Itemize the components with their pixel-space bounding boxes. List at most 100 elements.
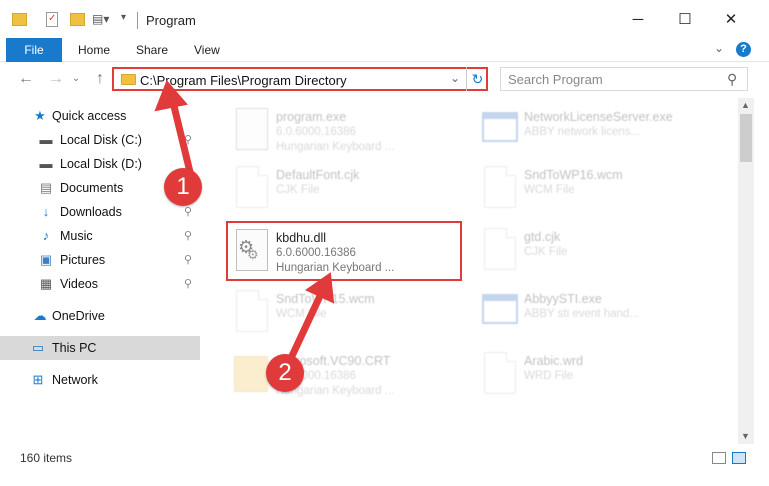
view-options-icon[interactable]: ▤▾ <box>92 12 109 26</box>
exe-icon <box>232 106 268 150</box>
recent-locations-icon[interactable]: ⌄ <box>66 69 86 89</box>
file-name: SndToWP16.wcm <box>524 168 623 182</box>
address-bar[interactable]: C:\Program Files\Program Directory ⌄ ↻ <box>112 67 488 91</box>
document-icon: ▤ <box>39 180 53 195</box>
file-item[interactable]: program.exe 6.0.6000.16386 Hungarian Key… <box>228 102 468 158</box>
drive-icon: ▬ <box>39 132 53 147</box>
nav-item-quick-access[interactable]: ★ Quick access <box>0 104 200 128</box>
file-item[interactable]: SndToWP15.wcm WCM File <box>228 284 468 340</box>
file-name: DefaultFont.cjk <box>276 168 360 182</box>
nav-item-videos[interactable]: ▦ Videos ⚲ <box>0 272 200 296</box>
vertical-scrollbar[interactable]: ▲ ▼ <box>738 98 754 444</box>
nav-item-label: Network <box>52 373 98 387</box>
scroll-down-icon[interactable]: ▼ <box>741 431 750 441</box>
nav-item-downloads[interactable]: ↓ Downloads ⚲ <box>0 200 200 224</box>
details-view-icon[interactable] <box>712 452 726 464</box>
file-detail: WRD File <box>524 370 574 382</box>
file-item[interactable]: NetworkLicenseServer.exe ABBY network li… <box>476 102 716 158</box>
pin-icon[interactable]: ⚲ <box>184 205 192 218</box>
refresh-button[interactable]: ↻ <box>466 67 488 91</box>
highlighted-file-item[interactable]: ⚙ ⚙ kbdhu.dll 6.0.6000.16386 Hungarian K… <box>226 221 462 281</box>
nav-item-label: Documents <box>60 181 124 195</box>
close-button[interactable]: ✕ <box>716 8 746 32</box>
search-icon[interactable]: ⚲ <box>727 71 737 88</box>
pin-icon[interactable]: ⚲ <box>184 277 192 290</box>
expand-ribbon-icon[interactable]: ⌄ <box>714 41 724 55</box>
address-path[interactable]: C:\Program Files\Program Directory <box>140 73 347 88</box>
file-detail: Hungarian Keyboard ... <box>276 141 395 153</box>
file-detail: ABBY sti event hand... <box>524 308 639 320</box>
folder-icon <box>121 74 136 85</box>
file-name: program.exe <box>276 110 347 124</box>
tab-view[interactable]: View <box>194 38 220 62</box>
step-callout-2: 2 <box>266 354 304 392</box>
tiles-view-icon[interactable] <box>732 452 746 464</box>
file-name: AbbyySTI.exe <box>524 292 602 306</box>
file-detail: ABBY network licens... <box>524 126 641 138</box>
file-name: kbdhu.dll <box>276 231 327 245</box>
pin-icon[interactable]: ⚲ <box>184 253 192 266</box>
search-input[interactable]: Search Program ⚲ <box>500 67 748 91</box>
tab-file[interactable]: File <box>6 38 62 62</box>
item-count: 160 items <box>20 451 73 465</box>
folder-icon <box>232 350 268 394</box>
drive-icon: ▬ <box>39 156 53 171</box>
exe-icon <box>480 288 518 332</box>
status-bar: 160 items <box>0 446 769 470</box>
maximize-button[interactable]: ☐ <box>670 8 700 32</box>
scroll-thumb[interactable] <box>740 114 752 162</box>
computer-icon: ▭ <box>31 340 45 355</box>
nav-item-pictures[interactable]: ▣ Pictures ⚲ <box>0 248 200 272</box>
download-icon: ↓ <box>42 204 50 219</box>
file-name: SndToWP15.wcm <box>276 292 375 306</box>
up-arrow-icon[interactable]: ↑ <box>90 69 110 89</box>
ribbon-tabs: File Home Share View ⌄ ? <box>0 38 769 62</box>
scroll-up-icon[interactable]: ▲ <box>741 100 750 110</box>
document-icon <box>480 226 516 270</box>
file-detail: CJK File <box>524 246 568 258</box>
nav-item-label: Pictures <box>60 253 106 267</box>
properties-icon[interactable]: ✓ <box>46 12 58 27</box>
nav-item-onedrive[interactable]: ☁ OneDrive <box>0 304 200 328</box>
document-icon <box>480 164 516 208</box>
document-icon <box>232 288 268 332</box>
nav-item-label: Music <box>60 229 93 243</box>
nav-item-local-disk-c[interactable]: ▬ Local Disk (C:) ⚲ <box>0 128 200 152</box>
nav-item-network[interactable]: ⊞ Network <box>0 368 200 392</box>
file-item-kbdhu[interactable]: ⚙ ⚙ kbdhu.dll 6.0.6000.16386 Hungarian K… <box>228 223 468 279</box>
new-folder-icon[interactable] <box>70 13 85 26</box>
nav-item-music[interactable]: ♪ Music ⚲ <box>0 224 200 248</box>
video-icon: ▦ <box>39 276 53 291</box>
pin-icon[interactable]: ⚲ <box>184 133 192 146</box>
title-bar: ✓ ▤▾ ▾ Program ─ ☐ ✕ <box>0 0 769 38</box>
help-button[interactable]: ? <box>736 42 751 57</box>
nav-item-label: OneDrive <box>52 309 105 323</box>
navigation-pane: ★ Quick access ▬ Local Disk (C:) ⚲ ▬ Loc… <box>0 98 202 444</box>
file-item[interactable]: SndToWP16.wcm WCM File <box>476 160 716 216</box>
address-dropdown-icon[interactable]: ⌄ <box>450 71 460 85</box>
customize-toolbar-icon[interactable]: ▾ <box>121 12 126 23</box>
nav-item-this-pc[interactable]: ▭ This PC <box>0 336 200 360</box>
tab-share[interactable]: Share <box>136 38 168 62</box>
file-item[interactable]: AbbyySTI.exe ABBY sti event hand... <box>476 284 716 340</box>
exe-icon <box>480 106 518 150</box>
file-detail: 6.0.6000.16386 <box>276 126 356 138</box>
file-item[interactable]: DefaultFont.cjk CJK File <box>228 160 468 216</box>
pin-icon[interactable]: ⚲ <box>184 229 192 242</box>
file-item[interactable]: Microsoft.VC90.CRT 6.0.6000.16386 Hungar… <box>228 346 468 402</box>
nav-item-label: Quick access <box>52 109 127 123</box>
file-name: gtd.cjk <box>524 230 561 244</box>
file-name: Arabic.wrd <box>524 354 584 368</box>
network-icon: ⊞ <box>32 372 44 387</box>
step-callout-1: 1 <box>164 168 202 206</box>
file-name: NetworkLicenseServer.exe <box>524 110 673 124</box>
star-icon: ★ <box>34 108 46 123</box>
file-item[interactable]: Arabic.wrd WRD File <box>476 346 716 402</box>
tab-home[interactable]: Home <box>78 38 110 62</box>
minimize-button[interactable]: ─ <box>623 8 653 32</box>
file-detail: 6.0.6000.16386 <box>276 247 356 259</box>
back-arrow-icon[interactable]: ← <box>16 69 36 89</box>
file-item[interactable]: gtd.cjk CJK File <box>476 222 716 278</box>
forward-arrow-icon[interactable]: → <box>46 69 66 89</box>
file-detail: WCM File <box>524 184 575 196</box>
